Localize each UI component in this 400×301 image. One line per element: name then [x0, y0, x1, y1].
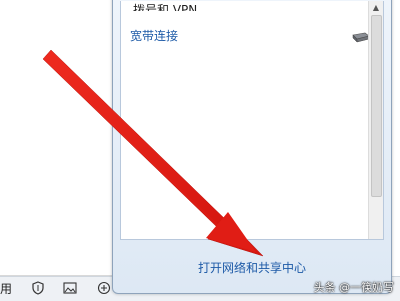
scroll-up-icon[interactable]: ▲ [370, 1, 382, 13]
scroll-thumb[interactable] [371, 15, 382, 197]
taskbar-label: 用 [0, 282, 13, 296]
watermark: 头条 @一筷奶写 [313, 281, 395, 294]
connection-list: 拨号和 VPN 宽带连接 ▲ [120, 1, 384, 240]
broadband-connection-item[interactable]: 宽带连接 [130, 27, 178, 44]
image-icon[interactable] [62, 280, 78, 296]
open-network-sharing-center-link[interactable]: 打开网络和共享中心 [113, 259, 391, 276]
background-panel [0, 0, 112, 300]
add-circle-icon[interactable] [96, 280, 112, 296]
scrollbar[interactable]: ▲ [368, 1, 383, 239]
network-flyout: 拨号和 VPN 宽带连接 ▲ 打开网络和共享中心 [112, 0, 392, 294]
shield-icon[interactable] [30, 280, 46, 296]
section-header: 拨号和 VPN [133, 3, 198, 11]
